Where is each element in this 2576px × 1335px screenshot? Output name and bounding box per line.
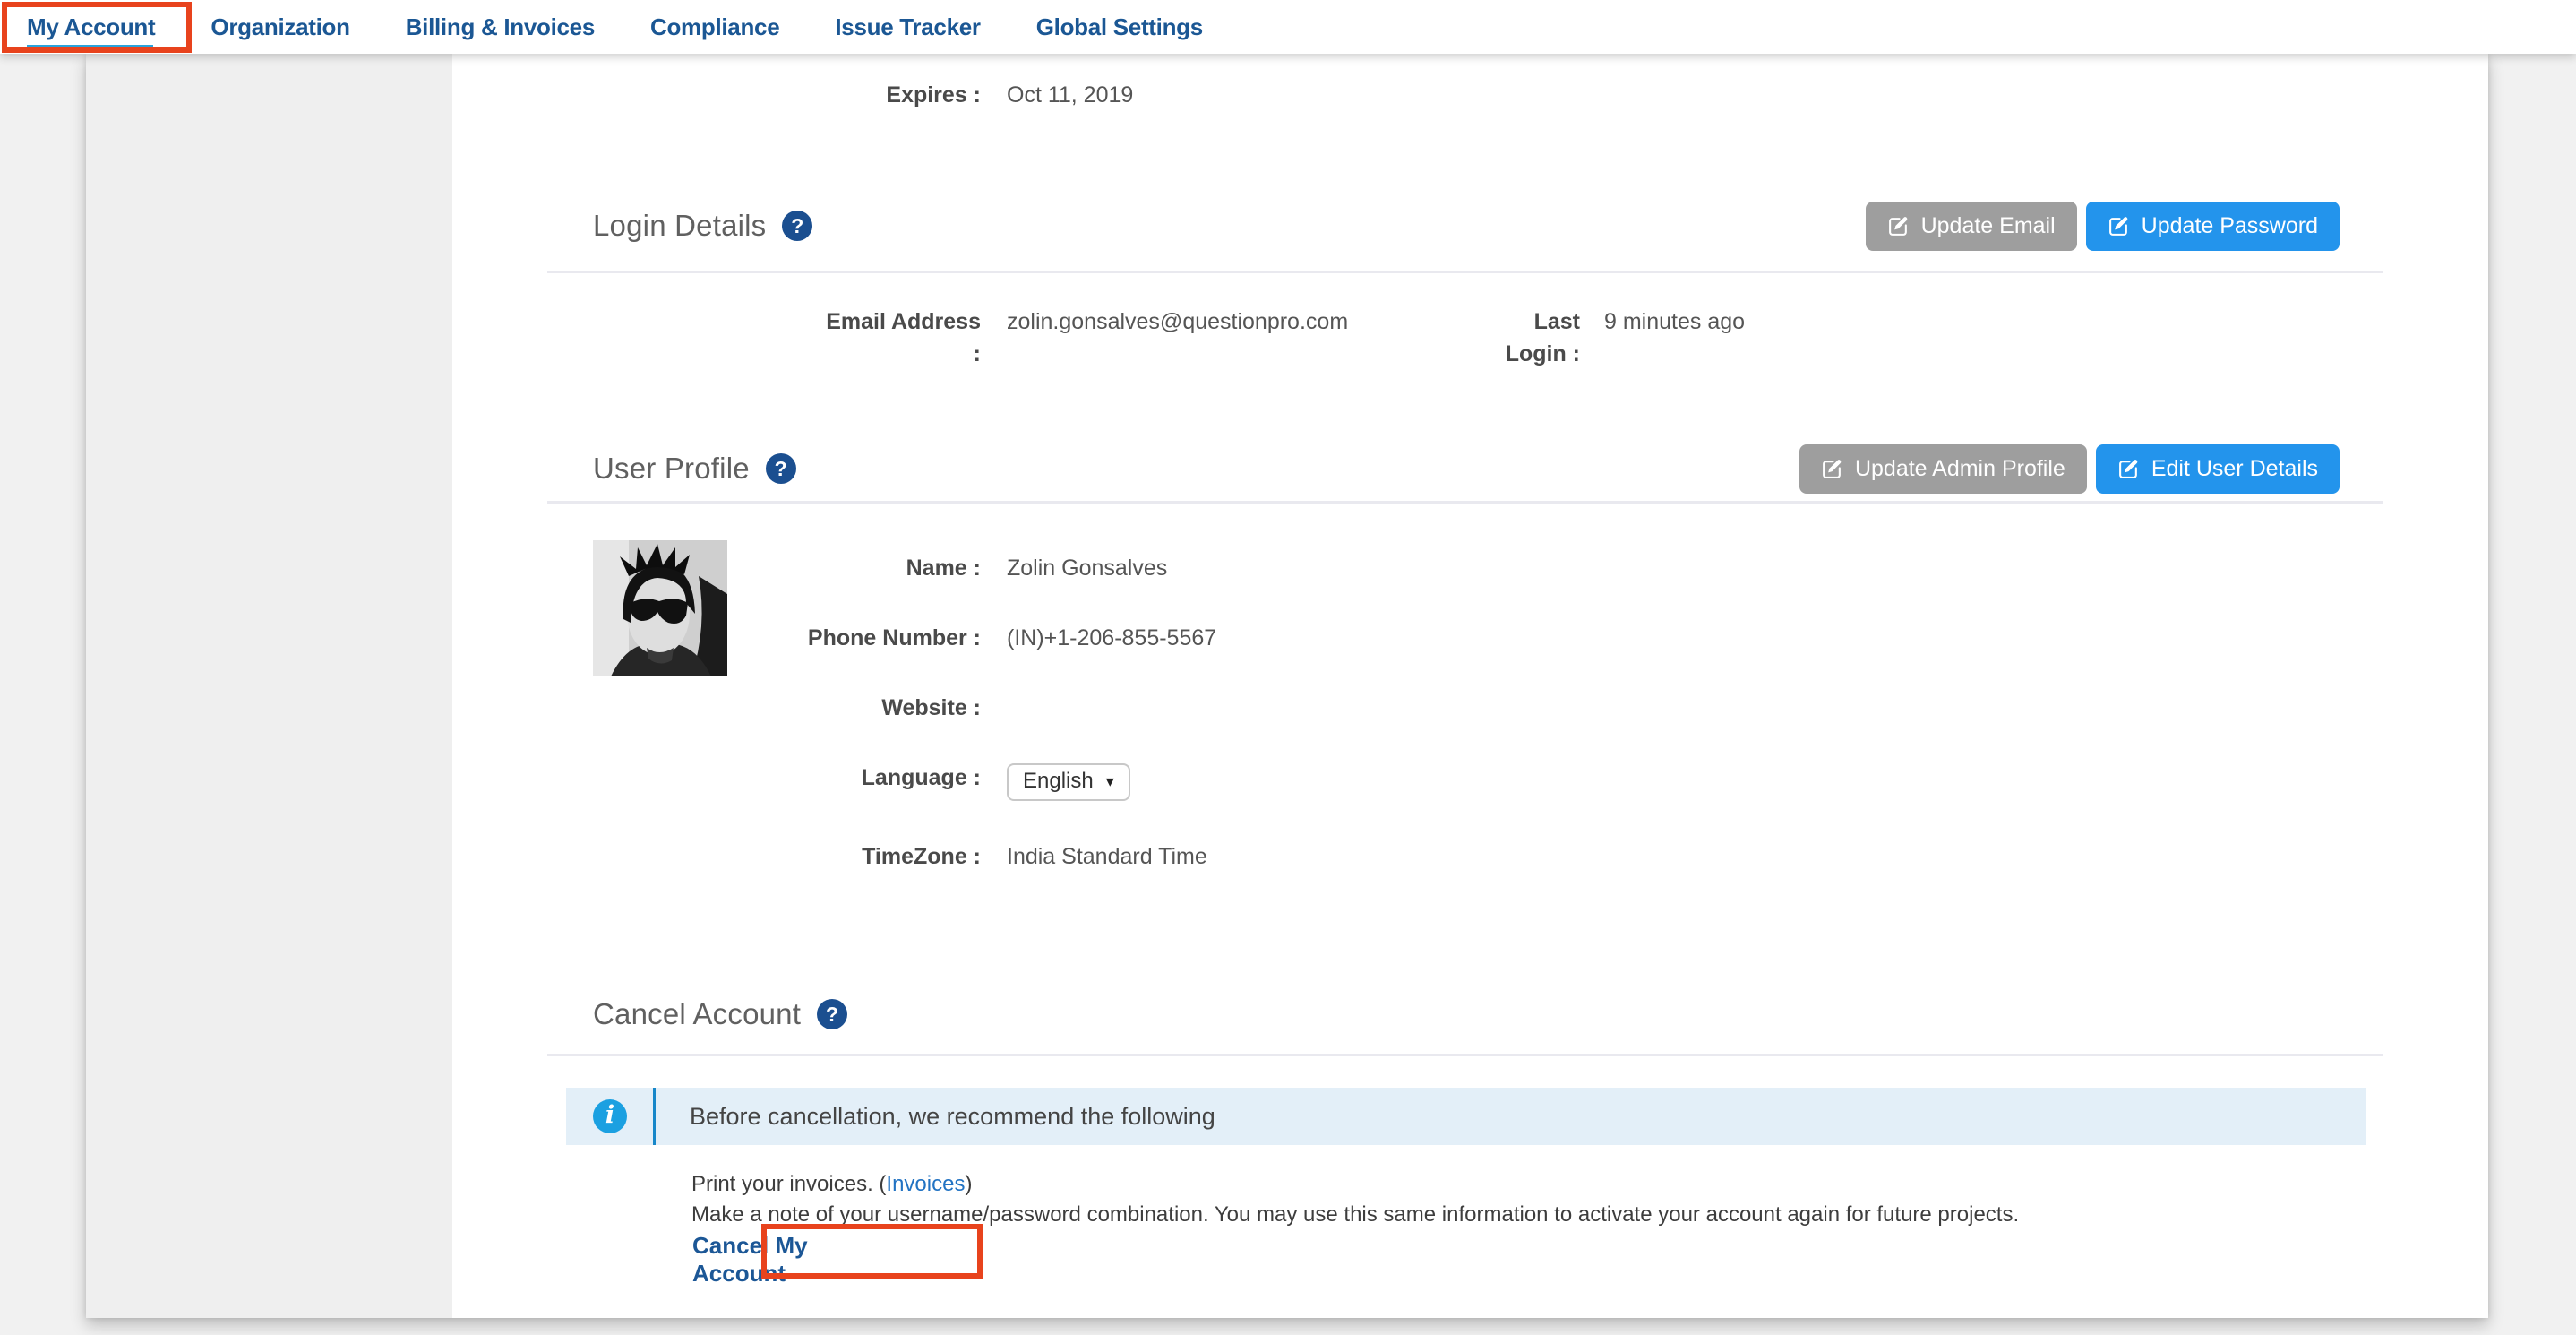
update-email-button[interactable]: Update Email [1866, 202, 2077, 251]
tab-global-settings[interactable]: Global Settings [1036, 13, 1203, 41]
tab-billing-invoices[interactable]: Billing & Invoices [406, 13, 595, 41]
caret-down-icon: ▾ [1106, 772, 1114, 791]
phone-row: Phone Number : (IN)+1-206-855-5567 [547, 624, 2383, 652]
tab-issue-tracker[interactable]: Issue Tracker [835, 13, 980, 41]
login-details-fields: Email Address : zolin.gonsalves@question… [547, 306, 2383, 370]
tab-compliance[interactable]: Compliance [650, 13, 779, 41]
section-divider [547, 1054, 2383, 1056]
email-address-label: Email Address : [547, 306, 981, 370]
login-details-title: Login Details ? [547, 209, 812, 243]
name-row: Name : Zolin Gonsalves [547, 554, 2383, 582]
login-details-actions: Update Email Update Password [1866, 202, 2340, 251]
language-dropdown[interactable]: English ▾ [1007, 763, 1130, 801]
tab-issue-tracker-label: Issue Tracker [835, 13, 980, 40]
expires-row: Expires : Oct 11, 2019 [547, 54, 2383, 111]
language-label: Language : [547, 763, 981, 801]
cancel-my-account-area: Cancel My Account [681, 1237, 891, 1281]
email-field-row: Email Address : zolin.gonsalves@question… [547, 306, 1490, 370]
info-icon: i [593, 1099, 627, 1133]
tab-global-settings-label: Global Settings [1036, 13, 1203, 40]
note-line: Make a note of your username/password co… [691, 1200, 2383, 1230]
user-profile-title: User Profile ? [547, 452, 796, 486]
language-field: English ▾ [1007, 763, 1130, 801]
update-admin-profile-button[interactable]: Update Admin Profile [1799, 444, 2087, 494]
user-profile-header: User Profile ? Update Admin Profile [547, 444, 2383, 494]
tab-compliance-label: Compliance [650, 13, 779, 40]
active-tab-underline [27, 45, 153, 49]
tab-my-account[interactable]: My Account [27, 13, 155, 41]
timezone-row: TimeZone : India Standard Time [547, 842, 2383, 871]
cancel-account-title: Cancel Account ? [547, 997, 847, 1031]
language-dropdown-value: English [1023, 769, 1094, 794]
page: My Account Organization Billing & Invoic… [0, 0, 2576, 1335]
invoices-line-suffix: ) [965, 1172, 972, 1196]
timezone-label: TimeZone : [547, 842, 981, 871]
account-content: Expires : Oct 11, 2019 Login Details ? U… [452, 54, 2488, 1318]
user-profile-body: Name : Zolin Gonsalves Phone Number : (I… [547, 504, 2383, 871]
cancel-info-banner: i Before cancellation, we recommend the … [566, 1088, 2366, 1145]
user-profile-title-text: User Profile [593, 452, 750, 486]
cancel-account-title-text: Cancel Account [593, 997, 801, 1031]
last-login-label: Last Login : [1490, 306, 1580, 370]
last-login-value: 9 minutes ago [1604, 306, 1745, 370]
phone-value: (IN)+1-206-855-5567 [1007, 624, 1216, 652]
last-login-row: Last Login : 9 minutes ago [1490, 306, 1745, 370]
name-value: Zolin Gonsalves [1007, 554, 1167, 582]
login-details-title-text: Login Details [593, 209, 766, 243]
edit-user-details-button[interactable]: Edit User Details [2096, 444, 2340, 494]
edit-icon [2117, 458, 2140, 480]
email-address-value: zolin.gonsalves@questionpro.com [1007, 306, 1490, 370]
website-label: Website : [547, 693, 981, 722]
tab-billing-invoices-label: Billing & Invoices [406, 13, 595, 40]
cancel-recommendations: Print your invoices. (Invoices) Make a n… [691, 1169, 2383, 1230]
edit-icon [1821, 458, 1843, 480]
invoices-line: Print your invoices. (Invoices) [691, 1169, 2383, 1200]
tab-organization[interactable]: Organization [210, 13, 349, 41]
profile-photo [593, 540, 727, 676]
invoices-line-prefix: Print your invoices. ( [691, 1172, 886, 1196]
user-profile-actions: Update Admin Profile Edit User Details [1799, 444, 2340, 494]
section-divider [547, 271, 2383, 273]
login-details-header: Login Details ? Update Email [547, 201, 2383, 251]
banner-divider [653, 1088, 656, 1145]
website-row: Website : [547, 693, 2383, 722]
update-password-label: Update Password [2142, 213, 2318, 239]
edit-user-details-label: Edit User Details [2151, 456, 2318, 482]
expires-label: Expires : [547, 79, 981, 111]
language-row: Language : English ▾ [547, 763, 2383, 801]
tab-organization-label: Organization [210, 13, 349, 40]
settings-sidebar [86, 54, 452, 1318]
cancel-my-account-link[interactable]: Cancel My Account [681, 1232, 891, 1288]
top-navigation: My Account Organization Billing & Invoic… [0, 0, 2576, 54]
update-admin-profile-label: Update Admin Profile [1855, 456, 2065, 482]
tab-my-account-label: My Account [27, 13, 155, 40]
help-icon[interactable]: ? [766, 453, 796, 484]
update-email-label: Update Email [1921, 213, 2056, 239]
timezone-value: India Standard Time [1007, 842, 1207, 871]
edit-icon [2108, 215, 2130, 237]
invoices-link[interactable]: Invoices [886, 1172, 965, 1196]
update-password-button[interactable]: Update Password [2086, 202, 2340, 251]
help-icon[interactable]: ? [817, 999, 847, 1029]
expires-value: Oct 11, 2019 [1007, 79, 1133, 111]
edit-icon [1887, 215, 1910, 237]
cancel-account-header: Cancel Account ? [547, 995, 2383, 1034]
banner-text: Before cancellation, we recommend the fo… [566, 1088, 2366, 1145]
help-icon[interactable]: ? [782, 211, 812, 241]
main-card: Expires : Oct 11, 2019 Login Details ? U… [86, 54, 2488, 1318]
